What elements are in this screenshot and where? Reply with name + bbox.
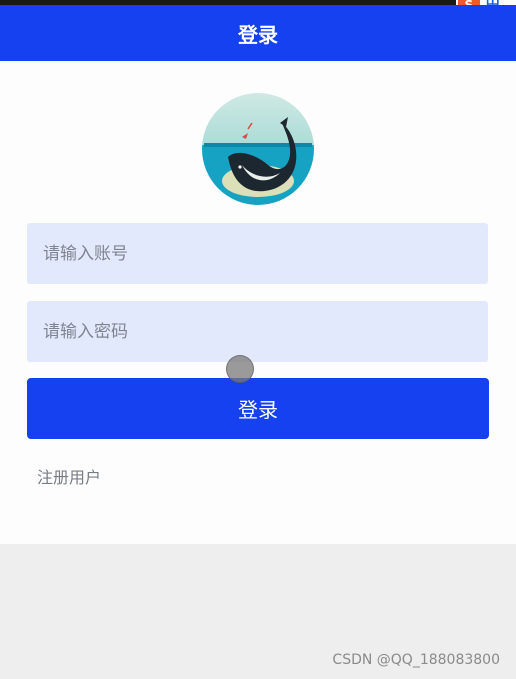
password-input[interactable] — [27, 301, 488, 362]
register-link[interactable]: 注册用户 — [37, 464, 101, 488]
account-input[interactable] — [27, 223, 488, 284]
app-header: 登录 — [0, 5, 516, 61]
login-button[interactable]: 登录 — [27, 378, 489, 439]
page-title: 登录 — [238, 22, 278, 47]
watermark: CSDN @QQ_188083800 — [332, 652, 500, 668]
whale-avatar-icon — [202, 93, 314, 205]
